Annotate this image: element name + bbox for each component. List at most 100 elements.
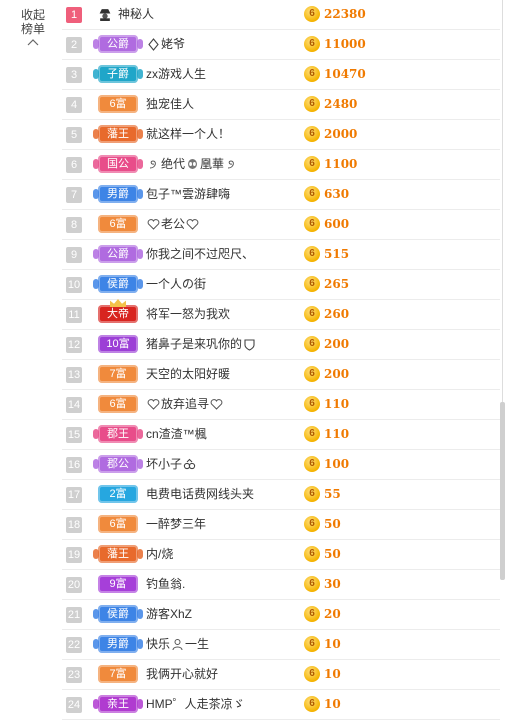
rank-number: 1 bbox=[66, 7, 82, 23]
alien-icon bbox=[188, 159, 198, 170]
user-name[interactable]: 游客XhZ bbox=[146, 600, 192, 629]
ranking-row[interactable]: 19 藩王 内/烧 6 50 bbox=[62, 540, 500, 570]
rank-title-badge: 7富 bbox=[98, 365, 138, 383]
user-name-text: 放弃追寻 bbox=[161, 397, 210, 411]
diamond-suit-icon bbox=[148, 38, 159, 52]
contribution-score: 10 bbox=[324, 697, 341, 711]
coin-icon: 6 bbox=[304, 396, 320, 412]
ranking-row[interactable]: 6 国公 绝代 凰華 6 1100 bbox=[62, 150, 500, 180]
ranking-row[interactable]: 3 子爵 zx游戏人生 6 10470 bbox=[62, 60, 500, 90]
user-name[interactable]: 包子™雲游肆嗨 bbox=[146, 180, 230, 209]
contribution-score: 110 bbox=[324, 427, 350, 441]
coin-icon: 6 bbox=[304, 126, 320, 142]
user-name[interactable]: 内/烧 bbox=[146, 540, 173, 569]
ranking-row[interactable]: 14 6富 放弃追寻 6 110 bbox=[62, 390, 500, 420]
rank-title-badge: 侯爵 bbox=[93, 605, 143, 623]
rank-title-badge: 9富 bbox=[98, 575, 138, 593]
ranking-row[interactable]: 11 大帝 将军一怒为我欢 6 260 bbox=[62, 300, 500, 330]
user-name[interactable]: 快乐 一生 bbox=[146, 630, 209, 659]
ranking-row[interactable]: 15 郡王 cn渣渣™楓 6 110 bbox=[62, 420, 500, 450]
user-name[interactable]: 钓鱼翁. bbox=[146, 570, 185, 599]
user-name-text: 一醉梦三年 bbox=[146, 517, 207, 531]
coin-icon: 6 bbox=[304, 96, 320, 112]
user-name-text: 包子™雲游肆嗨 bbox=[146, 187, 231, 201]
rank-number: 23 bbox=[66, 667, 82, 683]
heart-icon bbox=[186, 219, 199, 231]
user-name-text: 绝代 bbox=[161, 157, 186, 171]
rank-title-badge: 子爵 bbox=[93, 65, 143, 83]
user-name[interactable]: 姥爷 bbox=[146, 30, 185, 59]
shield-icon bbox=[244, 339, 255, 351]
ranking-row[interactable]: 5 藩王 就这样一个人！ 6 2000 bbox=[62, 120, 500, 150]
ranking-row[interactable]: 4 6富 独宠佳人 6 2480 bbox=[62, 90, 500, 120]
user-name[interactable]: HMP゜人走茶凉ゞ bbox=[146, 690, 245, 719]
user-name-text: 独宠佳人 bbox=[146, 97, 195, 111]
ranking-row[interactable]: 20 9富 钓鱼翁. 6 30 bbox=[62, 570, 500, 600]
ranking-row[interactable]: 23 7富 我俩开心就好 6 10 bbox=[62, 660, 500, 690]
coin-icon: 6 bbox=[304, 156, 320, 172]
user-name[interactable]: 一个人の街 bbox=[146, 270, 206, 299]
rank-number: 9 bbox=[66, 247, 82, 263]
rank-title-badge: 侯爵 bbox=[93, 275, 143, 293]
coin-icon: 6 bbox=[304, 546, 320, 562]
rank-number: 20 bbox=[66, 577, 82, 593]
user-name[interactable]: 老公 bbox=[146, 210, 200, 239]
ranking-row[interactable]: 13 7富 天空的太阳好暖 6 200 bbox=[62, 360, 500, 390]
user-name[interactable]: 放弃追寻 bbox=[146, 390, 224, 419]
ranking-row[interactable]: 10 侯爵 一个人の街 6 265 bbox=[62, 270, 500, 300]
coin-icon: 6 bbox=[304, 576, 320, 592]
user-name[interactable]: zx游戏人生 bbox=[146, 60, 206, 89]
contribution-score: 10470 bbox=[324, 67, 366, 81]
scrollbar-thumb[interactable] bbox=[500, 402, 505, 580]
contribution-score: 2480 bbox=[324, 97, 358, 111]
goggles-icon bbox=[183, 459, 196, 470]
user-name[interactable]: cn渣渣™楓 bbox=[146, 420, 207, 449]
ranking-list: 1 神秘人 6 22380 2 公爵 姥爷 6 11000 3 子爵 zx游戏人生 6 10470 4 6富独… bbox=[62, 0, 500, 720]
contribution-score: 50 bbox=[324, 517, 341, 531]
ranking-row[interactable]: 7 男爵 包子™雲游肆嗨 6 630 bbox=[62, 180, 500, 210]
user-name-text: 老公 bbox=[161, 217, 186, 231]
user-name[interactable]: 将军一怒为我欢 bbox=[146, 300, 230, 329]
user-name[interactable]: 独宠佳人 bbox=[146, 90, 194, 119]
coin-icon: 6 bbox=[304, 606, 320, 622]
coin-icon: 6 bbox=[304, 336, 320, 352]
ranking-row[interactable]: 18 6富 一醉梦三年 6 50 bbox=[62, 510, 500, 540]
coin-icon: 6 bbox=[304, 66, 320, 82]
user-name[interactable]: 绝代 凰華 bbox=[146, 150, 239, 179]
heart-icon bbox=[210, 399, 223, 411]
user-name-text: 坏小子 bbox=[146, 457, 183, 471]
contribution-score: 265 bbox=[324, 277, 350, 291]
ranking-row[interactable]: 24 亲王 HMP゜人走茶凉ゞ 6 10 bbox=[62, 690, 500, 720]
ranking-row[interactable]: 17 2富 电费电话费网线头夹 6 55 bbox=[62, 480, 500, 510]
user-name-text: 钓鱼翁. bbox=[146, 577, 186, 591]
user-name[interactable]: 一醉梦三年 bbox=[146, 510, 206, 539]
user-name[interactable]: 神秘人 bbox=[118, 0, 154, 29]
user-name[interactable]: 就这样一个人！ bbox=[146, 120, 230, 149]
ranking-row[interactable]: 1 神秘人 6 22380 bbox=[62, 0, 500, 30]
ranking-row[interactable]: 2 公爵 姥爷 6 11000 bbox=[62, 30, 500, 60]
contribution-score: 10 bbox=[324, 637, 341, 651]
contribution-score: 2000 bbox=[324, 127, 358, 141]
coin-icon: 6 bbox=[304, 186, 320, 202]
user-name[interactable]: 我俩开心就好 bbox=[146, 660, 218, 689]
coin-icon: 6 bbox=[304, 456, 320, 472]
user-name[interactable]: 坏小子 bbox=[146, 450, 197, 479]
ranking-row[interactable]: 9 公爵 你我之间不过咫尺、 6 515 bbox=[62, 240, 500, 270]
rank-number: 17 bbox=[66, 487, 82, 503]
chevron-up-icon bbox=[27, 39, 39, 46]
collapse-ranking-button[interactable]: 收起 榜单 bbox=[10, 8, 56, 46]
ranking-row[interactable]: 8 6富 老公 6 600 bbox=[62, 210, 500, 240]
rank-number: 16 bbox=[66, 457, 82, 473]
ranking-row[interactable]: 21 侯爵 游客XhZ 6 20 bbox=[62, 600, 500, 630]
rank-title-badge: 藩王 bbox=[93, 125, 143, 143]
ranking-row[interactable]: 22 男爵 快乐 一生 6 10 bbox=[62, 630, 500, 660]
user-name[interactable]: 天空的太阳好暖 bbox=[146, 360, 230, 389]
user-name[interactable]: 猪鼻子是来巩你的 bbox=[146, 330, 257, 359]
user-name[interactable]: 电费电话费网线头夹 bbox=[146, 480, 254, 509]
rank-title-badge: 7富 bbox=[98, 665, 138, 683]
coin-icon: 6 bbox=[304, 666, 320, 682]
ranking-row[interactable]: 16 郡公 坏小子 6 100 bbox=[62, 450, 500, 480]
user-name[interactable]: 你我之间不过咫尺、 bbox=[146, 240, 254, 269]
ranking-row[interactable]: 12 10富 猪鼻子是来巩你的 6 200 bbox=[62, 330, 500, 360]
rank-number: 6 bbox=[66, 157, 82, 173]
